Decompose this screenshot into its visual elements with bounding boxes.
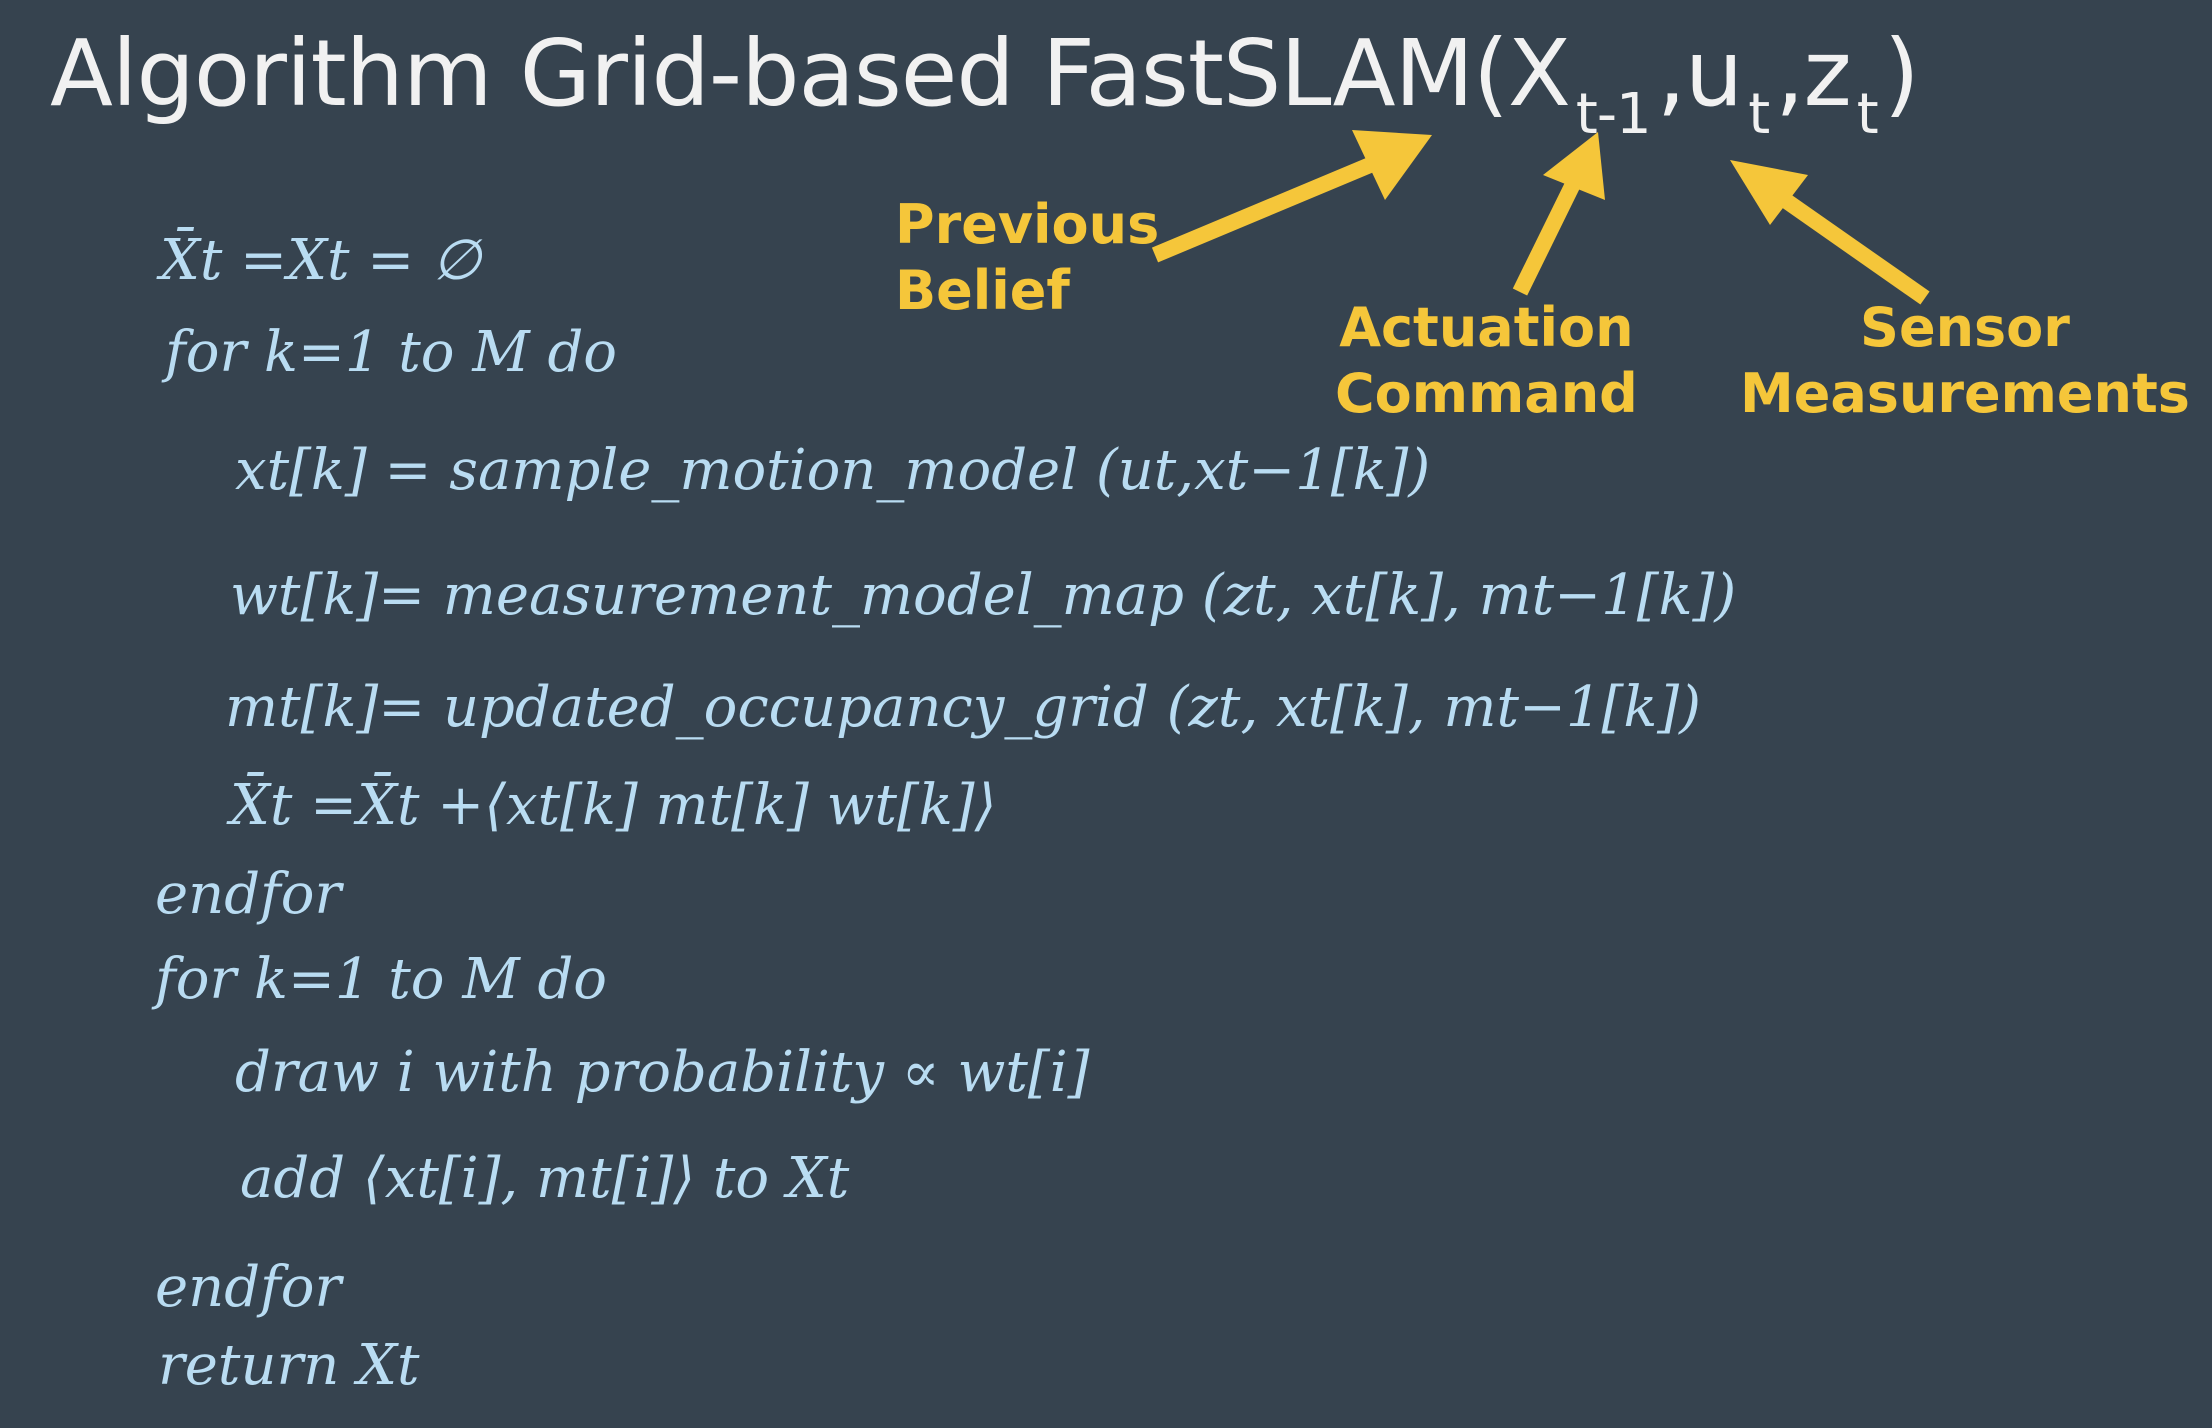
algorithm-line-10: add ⟨xt[i], mt[i]⟩ to Xt [240,1146,850,1211]
algorithm-line-1: X̄t =Xt = ∅ [160,228,481,293]
algorithm-line-9: draw i with probability ∝ wt[i] [235,1040,1090,1105]
algorithm-line-12: return Xt [158,1333,420,1398]
algorithm-line-6: X̄t =X̄t +⟨xt[k] mt[k] wt[k]⟩ [230,773,997,838]
slide: Algorithm Grid-based FastSLAM(X t-1,u t,z t… [0,0,2212,1428]
algorithm-line-8: for k=1 to M do [155,947,608,1012]
algorithm-line-5: mt[k]= updated_occupancy_grid (zt, xt[k]… [225,675,1701,740]
algorithm-line-2: for k=1 to M do [165,320,618,385]
algorithm-line-3: xt[k] = sample_motion_model (ut,xt−1[k]) [235,438,1431,503]
algorithm-line-7: endfor [155,862,342,927]
algorithm-body: X̄t =Xt = ∅ for k=1 to M do xt[k] = samp… [0,0,2212,1428]
algorithm-line-4: wt[k]= measurement_model_map (zt, xt[k],… [230,563,1737,628]
algorithm-line-11: endfor [155,1255,342,1320]
